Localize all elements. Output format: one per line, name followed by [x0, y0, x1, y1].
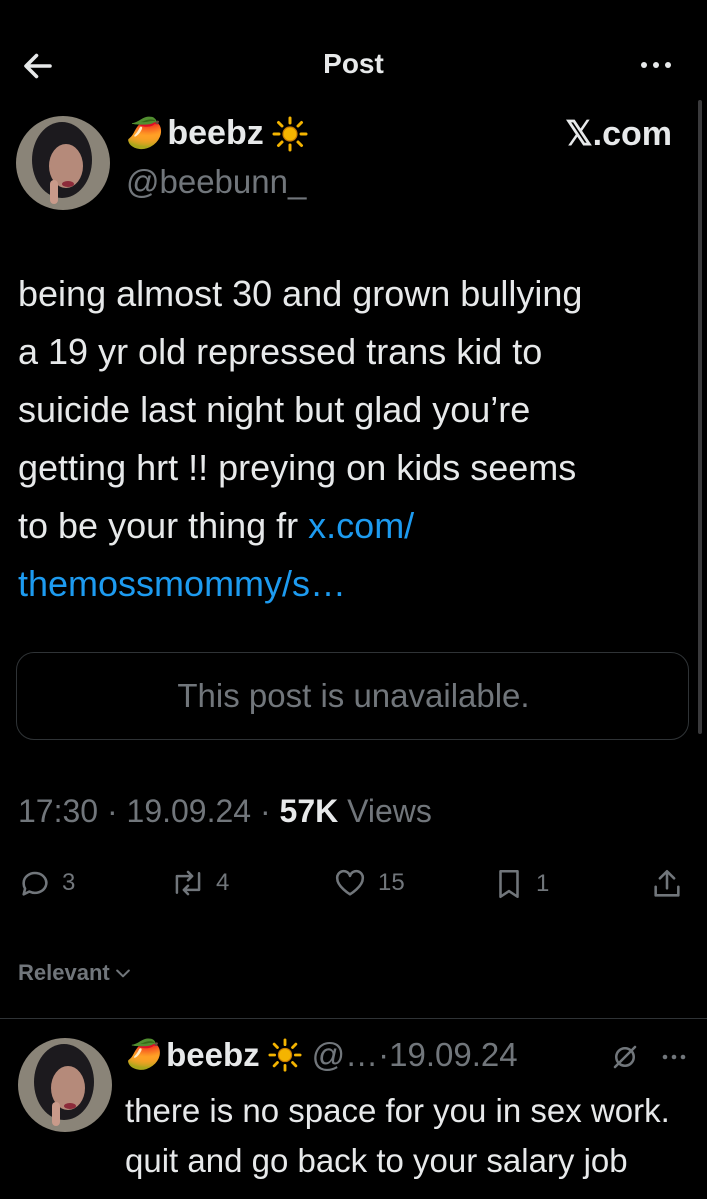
- like-count: 15: [378, 869, 405, 896]
- divider: [0, 1018, 707, 1019]
- like-button[interactable]: 15: [332, 866, 405, 900]
- post-time[interactable]: 17:30: [18, 793, 98, 829]
- reply-sort-dropdown[interactable]: Relevant: [18, 960, 133, 986]
- author-row[interactable]: 🥭 beebz: [126, 114, 308, 153]
- reply-button[interactable]: 3: [18, 866, 75, 900]
- top-bar: Post: [0, 0, 707, 110]
- like-icon: [335, 869, 365, 896]
- meta-separator: ·: [98, 793, 127, 829]
- muted-icon: [613, 1045, 637, 1069]
- reply-more-button[interactable]: [660, 1046, 688, 1073]
- bookmark-button[interactable]: 1: [492, 866, 549, 902]
- tweet-line: being almost 30 and grown bullying: [18, 273, 583, 314]
- repost-button[interactable]: 4: [170, 866, 229, 900]
- tweet-line: suicide last night but glad you’re: [18, 389, 531, 430]
- page-title: Post: [323, 48, 384, 79]
- more-icon: [662, 1054, 686, 1060]
- tweet-link[interactable]: x.com/: [308, 505, 414, 546]
- x-watermark: 𝕏.com: [565, 115, 672, 153]
- repost-icon: [175, 870, 201, 896]
- author-handle[interactable]: @beebunn_: [126, 163, 306, 201]
- author-name[interactable]: beebz: [167, 114, 263, 153]
- unavailable-message: This post is unavailable.: [177, 677, 530, 714]
- mango-emoji: 🥭: [126, 1039, 163, 1071]
- reply-author-name[interactable]: beebz: [166, 1036, 260, 1074]
- chevron-down-icon: [115, 969, 130, 978]
- scrollbar[interactable]: [698, 100, 702, 734]
- tweet-line: getting hrt !! preying on kids seems: [18, 447, 577, 488]
- reply-author-row[interactable]: 🥭 beebz @… ·19.09.24: [126, 1036, 518, 1074]
- bookmark-icon: [499, 869, 519, 899]
- tweet-line-text: to be your thing fr: [18, 505, 309, 546]
- sun-icon: [272, 116, 308, 151]
- share-icon: [654, 869, 680, 897]
- quoted-post-card[interactable]: This post is unavailable.: [16, 652, 689, 740]
- views-label[interactable]: Views: [347, 793, 432, 829]
- more-button[interactable]: [636, 50, 676, 80]
- tweet-link-cont[interactable]: themossmommy/s…: [18, 555, 698, 613]
- more-icon: [641, 62, 671, 68]
- reply-avatar[interactable]: [18, 1038, 112, 1132]
- share-button[interactable]: [650, 866, 694, 902]
- mango-emoji: 🥭: [126, 117, 164, 150]
- post-date[interactable]: 19.09.24: [127, 793, 252, 829]
- tweet-text: being almost 30 and grown bullying a 19 …: [18, 265, 698, 613]
- tweet-line: a 19 yr old repressed trans kid to: [18, 331, 543, 372]
- repost-count: 4: [216, 869, 230, 896]
- avatar[interactable]: [16, 116, 110, 210]
- reply-text: there is no space for you in sex work. q…: [125, 1092, 670, 1179]
- muted-button[interactable]: [610, 1042, 640, 1077]
- tweet-line: to be your thing fr x.com/: [18, 497, 698, 555]
- bookmark-count: 1: [536, 870, 550, 897]
- reply-date[interactable]: ·19.09.24: [378, 1036, 517, 1074]
- views-count[interactable]: 57K: [280, 793, 339, 829]
- meta-separator: ·: [251, 793, 280, 829]
- reply-handle[interactable]: @…: [312, 1036, 379, 1074]
- sort-label: Relevant: [18, 960, 110, 985]
- reply-count: 3: [62, 869, 76, 896]
- sun-icon: [268, 1038, 302, 1072]
- reply-icon: [22, 871, 48, 896]
- post-meta: 17:30 · 19.09.24 · 57K Views: [18, 793, 432, 830]
